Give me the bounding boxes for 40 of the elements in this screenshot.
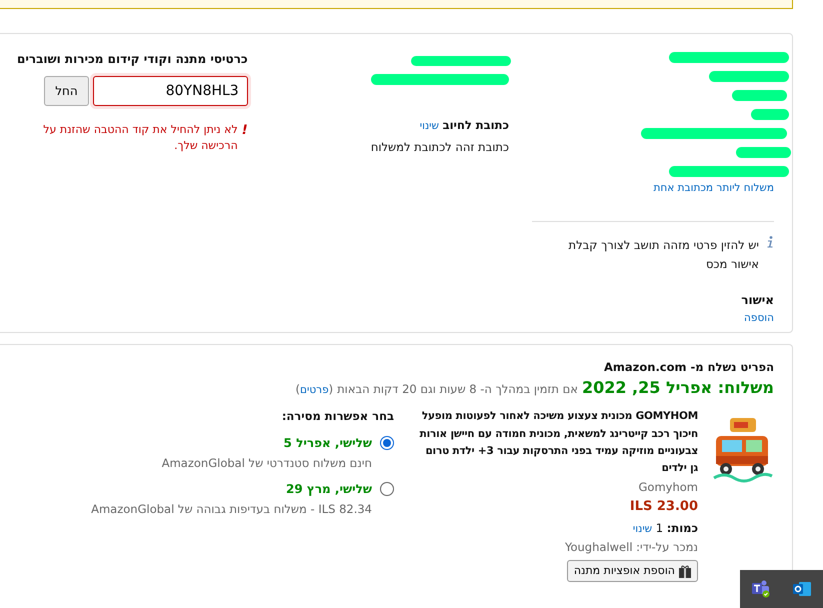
redaction-mark (736, 147, 791, 158)
error-icon: ! (242, 122, 248, 154)
parenthesis: ) (296, 381, 300, 398)
add-link[interactable]: הוספה (744, 312, 774, 324)
delivery-option-date: שלישי, מרץ 29 (286, 480, 372, 498)
redaction-mark (732, 90, 787, 101)
radio-button[interactable] (380, 436, 394, 450)
gift-options-button[interactable]: הוספת אופציות מתנה (566, 560, 698, 582)
same-address-note: כתובת זהה לכתובת למשלוח (370, 138, 509, 156)
billing-address-heading: כתובת לחיוב (442, 118, 509, 132)
multiple-addresses-link[interactable]: משלוח ליותר מכתובת אחת (624, 181, 774, 197)
shipped-from-label: הפריט נשלח מ- Amazon.com (604, 359, 774, 376)
approval-heading: אישור (741, 292, 774, 309)
error-message: לא ניתן להחיל את קוד ההטבה שהזנת על הרכישה שלך. (42, 122, 238, 154)
seller-name: נמכר על-ידי: Youghalwell (564, 538, 698, 556)
outlook-icon[interactable] (792, 580, 812, 598)
redaction-mark (751, 109, 789, 120)
tax-id-note: יש להזין פרטי מזהה תושב לצורך קבלת אישור מכס (568, 236, 759, 274)
radio-button[interactable] (380, 482, 394, 496)
promo-code-field[interactable]: 80YN8HL3 (92, 76, 248, 106)
delivery-options-heading: בחר אפשרות מסירה: (282, 408, 394, 426)
details-link[interactable]: פרטים (300, 383, 329, 399)
delivery-date: משלוח: אפריל 25, 2022 (582, 377, 774, 400)
change-link[interactable]: שינוי (420, 120, 439, 132)
order-within-note: אם תזמין במהלך ה- 8 שעות וגם 20 דקות הבאות (337, 381, 578, 398)
apply-button[interactable]: החל (44, 76, 89, 106)
info-icon (767, 236, 774, 248)
delivery-option-description: חינם משלוח סטנדרטי של AmazonGlobal (162, 454, 372, 472)
quantity-label: כמות: (666, 520, 698, 535)
brand-name: Gomyhom (638, 478, 698, 496)
change-link[interactable]: שינוי (632, 522, 652, 535)
delivery-option-description: ILS 82.34 - משלוח בעדיפות גבוהה של AmazonGlobal (91, 500, 372, 518)
gift-icon (679, 564, 691, 578)
item-title: GOMYHOM מכונית צעצוע משיכה לאחור לפעוטות מופעל חיכוך רכב קייטרינג למשאית, מכונית חמודה עם חיישן אורות צבעוניים מוזיקה עמיד בפני התרסקות עבור 3+ ילדת טרום גן ילדים (418, 409, 698, 476)
item-price: ILS 23.00 (630, 498, 698, 516)
parenthesis: ( (328, 381, 334, 398)
quantity-value: 1 (656, 520, 664, 535)
delivery-option-date: שלישי, אפריל 5 (284, 434, 372, 452)
gift-card-heading: כרטיסי מתנה וקודי קידום מכירות ושוברים (16, 51, 248, 68)
teams-icon[interactable] (750, 580, 771, 598)
